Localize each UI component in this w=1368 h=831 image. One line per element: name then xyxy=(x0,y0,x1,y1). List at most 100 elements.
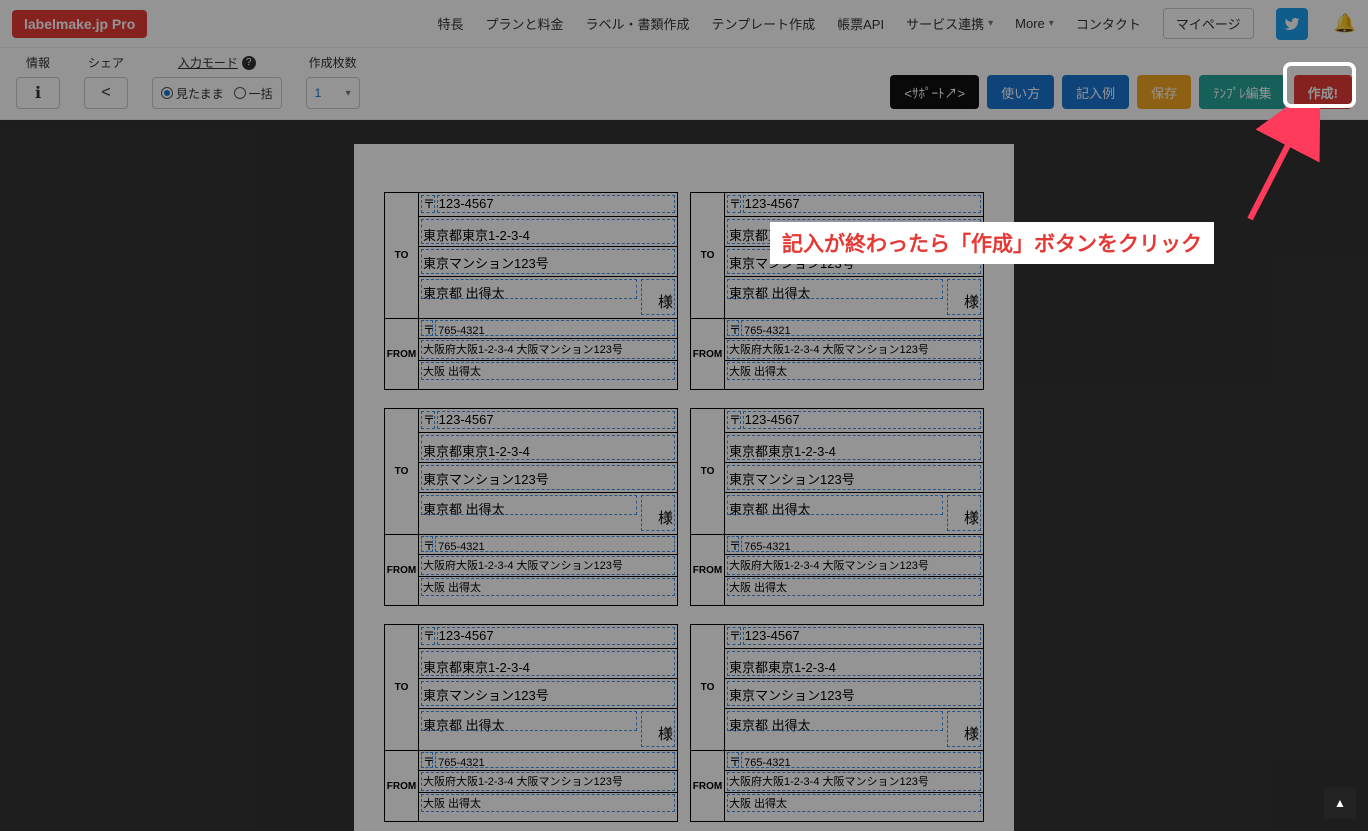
nav-integrations[interactable]: サービス連携▾ xyxy=(906,14,993,33)
to-addr1[interactable]: 東京都東京1-2-3-4 xyxy=(423,660,530,675)
from-marker: FROM xyxy=(691,751,725,821)
mode-label: 入力モード? xyxy=(178,54,256,71)
to-addr2[interactable]: 東京マンション123号 xyxy=(423,472,549,487)
address-label[interactable]: TO 〒 123-4567 東京都東京1-2-3-4 東京マンション123号 東… xyxy=(690,408,984,606)
from-addr[interactable]: 大阪府大阪1-2-3-4 大阪マンション123号 xyxy=(729,344,929,356)
to-addr2[interactable]: 東京マンション123号 xyxy=(423,256,549,271)
from-addr[interactable]: 大阪府大阪1-2-3-4 大阪マンション123号 xyxy=(729,560,929,572)
honorific: 様 xyxy=(964,507,979,528)
from-postal[interactable]: 765-4321 xyxy=(438,757,485,769)
address-label[interactable]: TO 〒 123-4567 東京都東京1-2-3-4 東京マンション123号 東… xyxy=(384,408,678,606)
to-addr2[interactable]: 東京マンション123号 xyxy=(423,688,549,703)
from-postal[interactable]: 765-4321 xyxy=(438,325,485,337)
to-name[interactable]: 東京都 出得太 xyxy=(423,718,505,733)
nav-pricing[interactable]: プランと料金 xyxy=(485,14,563,33)
bell-icon[interactable]: 🔔 xyxy=(1334,13,1356,34)
address-label[interactable]: TO 〒 123-4567 東京都東京1-2-3-4 東京マンション123号 東… xyxy=(690,624,984,822)
from-marker: FROM xyxy=(691,535,725,605)
to-name[interactable]: 東京都 出得太 xyxy=(729,502,811,517)
to-postal[interactable]: 123-4567 xyxy=(745,412,800,427)
honorific: 様 xyxy=(658,291,673,312)
to-addr2[interactable]: 東京マンション123号 xyxy=(729,688,855,703)
highlight-create xyxy=(1283,62,1356,108)
from-name[interactable]: 大阪 出得太 xyxy=(423,798,481,810)
share-button[interactable]: < xyxy=(84,77,128,109)
to-addr1[interactable]: 東京都東京1-2-3-4 xyxy=(729,444,836,459)
from-postal[interactable]: 765-4321 xyxy=(744,541,791,553)
to-addr2[interactable]: 東京マンション123号 xyxy=(729,472,855,487)
postal-mark: 〒 xyxy=(729,755,741,769)
from-name[interactable]: 大阪 出得太 xyxy=(729,366,787,378)
postal-mark: 〒 xyxy=(423,755,435,769)
nav-features[interactable]: 特長 xyxy=(437,14,463,33)
to-marker: TO xyxy=(691,193,725,318)
from-marker: FROM xyxy=(385,535,419,605)
nav-more[interactable]: More▾ xyxy=(1015,16,1054,31)
info-label: 情報 xyxy=(26,54,50,71)
from-addr[interactable]: 大阪府大阪1-2-3-4 大阪マンション123号 xyxy=(423,560,623,572)
postal-mark: 〒 xyxy=(423,629,435,643)
nav-contact[interactable]: コンタクト xyxy=(1076,14,1141,33)
count-label: 作成枚数 xyxy=(309,54,357,71)
twitter-icon[interactable] xyxy=(1276,8,1308,40)
scroll-top-button[interactable]: ▲ xyxy=(1324,787,1356,819)
from-addr[interactable]: 大阪府大阪1-2-3-4 大阪マンション123号 xyxy=(423,776,623,788)
to-postal[interactable]: 123-4567 xyxy=(439,196,494,211)
address-label[interactable]: TO 〒 123-4567 東京都東京1-2-3-4 東京マンション123号 東… xyxy=(384,624,678,822)
radio-off-icon xyxy=(234,87,246,99)
nav-api[interactable]: 帳票API xyxy=(837,14,884,33)
help-icon[interactable]: ? xyxy=(242,56,256,70)
count-select[interactable]: 1▾ xyxy=(306,77,360,109)
from-marker: FROM xyxy=(385,319,419,389)
postal-mark: 〒 xyxy=(729,197,741,211)
from-name[interactable]: 大阪 出得太 xyxy=(729,582,787,594)
info-button[interactable]: ℹ xyxy=(16,77,60,109)
from-marker: FROM xyxy=(385,751,419,821)
nav-templates[interactable]: テンプレート作成 xyxy=(712,14,816,33)
from-marker: FROM xyxy=(691,319,725,389)
mypage-button[interactable]: マイページ xyxy=(1163,8,1254,39)
from-addr[interactable]: 大阪府大阪1-2-3-4 大阪マンション123号 xyxy=(423,344,623,356)
from-addr[interactable]: 大阪府大阪1-2-3-4 大阪マンション123号 xyxy=(729,776,929,788)
postal-mark: 〒 xyxy=(423,413,435,427)
to-name[interactable]: 東京都 出得太 xyxy=(423,502,505,517)
to-marker: TO xyxy=(385,409,419,534)
postal-mark: 〒 xyxy=(729,539,741,553)
input-mode-radio[interactable]: 見たまま 一括 xyxy=(152,77,282,109)
to-postal[interactable]: 123-4567 xyxy=(745,628,800,643)
to-marker: TO xyxy=(691,409,725,534)
arrow-icon xyxy=(1232,104,1322,224)
to-postal[interactable]: 123-4567 xyxy=(439,628,494,643)
chevron-down-icon: ▾ xyxy=(1049,18,1054,29)
postal-mark: 〒 xyxy=(729,629,741,643)
to-addr1[interactable]: 東京都東京1-2-3-4 xyxy=(423,228,530,243)
from-postal[interactable]: 765-4321 xyxy=(744,325,791,337)
logo[interactable]: labelmake.jp Pro xyxy=(12,10,147,38)
example-button[interactable]: 記入例 xyxy=(1062,75,1129,109)
to-postal[interactable]: 123-4567 xyxy=(745,196,800,211)
chevron-down-icon: ▾ xyxy=(988,18,993,29)
from-name[interactable]: 大阪 出得太 xyxy=(729,798,787,810)
address-label[interactable]: TO 〒 123-4567 東京都東京1-2-3-4 東京マンション123号 東… xyxy=(384,192,678,390)
to-name[interactable]: 東京都 出得太 xyxy=(729,286,811,301)
share-label: シェア xyxy=(88,54,124,71)
from-postal[interactable]: 765-4321 xyxy=(744,757,791,769)
save-button[interactable]: 保存 xyxy=(1137,75,1191,109)
callout-text: 記入が終わったら「作成」ボタンをクリック xyxy=(770,222,1214,264)
to-name[interactable]: 東京都 出得太 xyxy=(729,718,811,733)
postal-mark: 〒 xyxy=(729,413,741,427)
support-button[interactable]: <ｻﾎﾟｰﾄ↗> xyxy=(890,75,979,109)
to-addr1[interactable]: 東京都東京1-2-3-4 xyxy=(423,444,530,459)
postal-mark: 〒 xyxy=(423,539,435,553)
postal-mark: 〒 xyxy=(423,197,435,211)
howto-button[interactable]: 使い方 xyxy=(987,75,1054,109)
honorific: 様 xyxy=(964,291,979,312)
to-postal[interactable]: 123-4567 xyxy=(439,412,494,427)
to-name[interactable]: 東京都 出得太 xyxy=(423,286,505,301)
nav-labels[interactable]: ラベル・書類作成 xyxy=(586,14,690,33)
from-name[interactable]: 大阪 出得太 xyxy=(423,582,481,594)
from-name[interactable]: 大阪 出得太 xyxy=(423,366,481,378)
to-addr1[interactable]: 東京都東京1-2-3-4 xyxy=(729,660,836,675)
from-postal[interactable]: 765-4321 xyxy=(438,541,485,553)
to-marker: TO xyxy=(691,625,725,750)
